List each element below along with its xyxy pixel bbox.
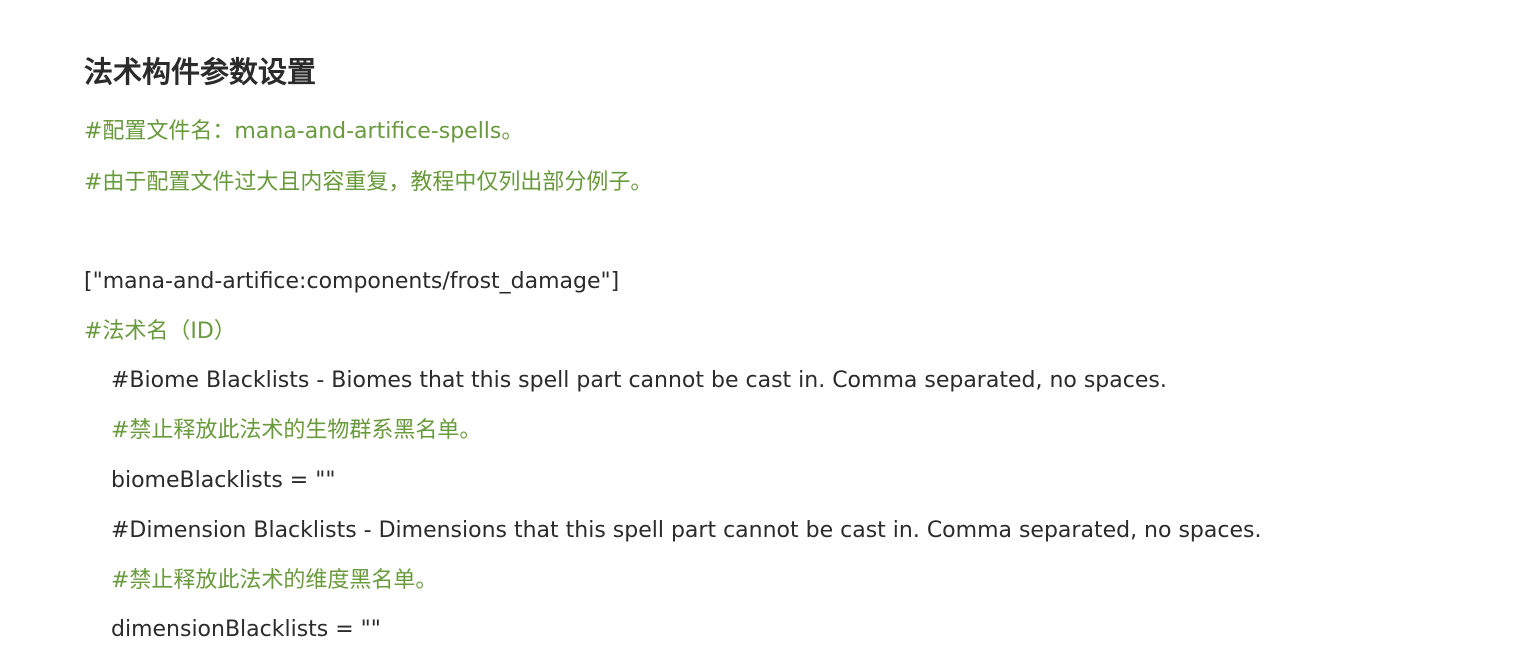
component-id-header: ["mana-and-artifice:components/frost_dam… xyxy=(84,269,620,294)
spell-name-comment: #法术名（ID） xyxy=(84,319,236,344)
biome-blacklist-comment: #禁止释放此法术的生物群系黑名单。 xyxy=(111,418,482,443)
dimension-blacklist-setting: dimensionBlacklists = "" xyxy=(111,617,381,642)
dimension-blacklist-description: #Dimension Blacklists - Dimensions that … xyxy=(111,518,1262,543)
config-filename-comment: #配置文件名：mana-and-artifice-spells。 xyxy=(84,119,524,144)
page-title: 法术构件参数设置 xyxy=(84,55,317,89)
document-page: 法术构件参数设置 #配置文件名：mana-and-artifice-spells… xyxy=(0,0,1528,672)
dimension-blacklist-comment: #禁止释放此法术的维度黑名单。 xyxy=(111,568,438,593)
biome-blacklist-setting: biomeBlacklists = "" xyxy=(111,468,336,493)
note-comment: #由于配置文件过大且内容重复，教程中仅列出部分例子。 xyxy=(84,170,653,195)
biome-blacklist-description: #Biome Blacklists - Biomes that this spe… xyxy=(111,368,1167,393)
